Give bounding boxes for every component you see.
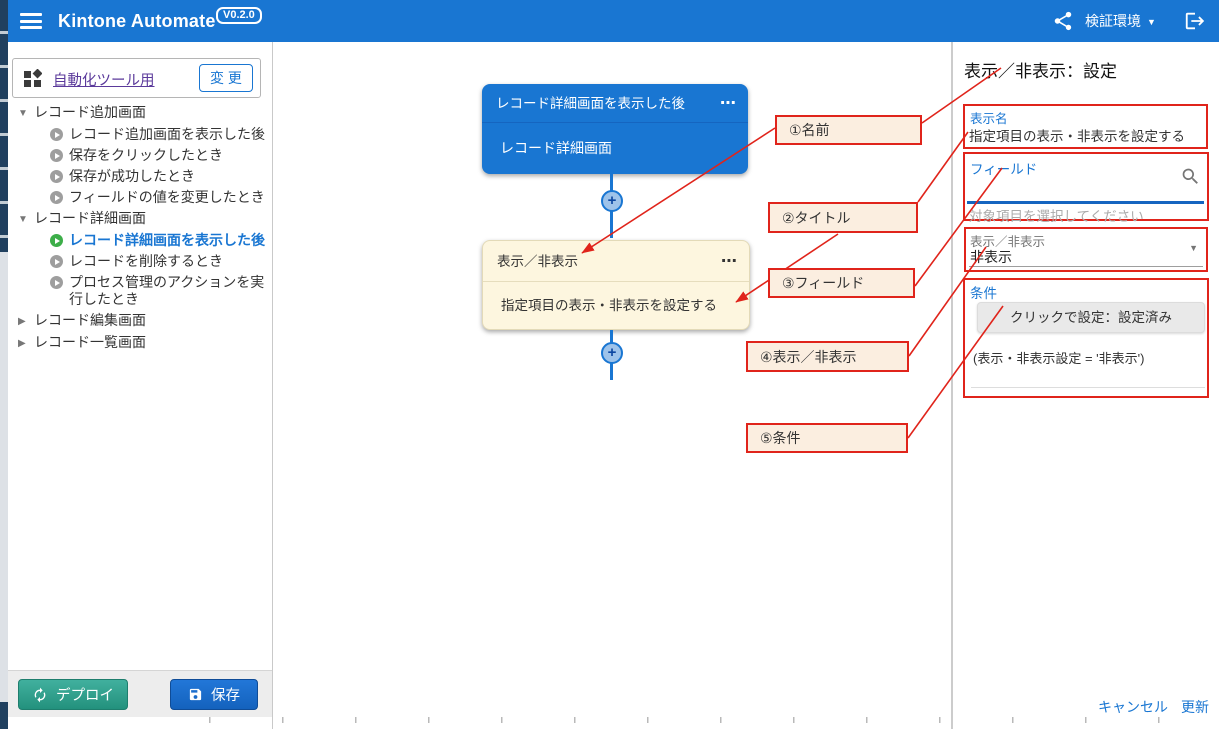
environment-label: 検証環境 <box>1085 13 1141 29</box>
field-label: フィールド <box>970 158 1037 178</box>
share-icon[interactable] <box>1052 10 1074 32</box>
tree-item-event[interactable]: プロセス管理のアクションを実行したとき <box>14 272 270 310</box>
edge-scrollbar-strip[interactable] <box>0 0 8 729</box>
app-name-link[interactable]: 自動化ツール用 <box>53 69 155 90</box>
ruler-ticks <box>209 717 1214 723</box>
version-badge: V0.2.0 <box>216 7 262 24</box>
chevron-down-icon: ▼ <box>1189 243 1198 253</box>
add-step-icon[interactable]: + <box>601 342 623 364</box>
caret-right-icon: ▶ <box>18 313 34 330</box>
visibility-value: 非表示 <box>970 247 1012 267</box>
tree-group-record-add[interactable]: ▼レコード追加画面 <box>14 102 270 124</box>
tree-item-label: レコード詳細画面を表示した後 <box>69 232 270 249</box>
app-title: Kintone Automate <box>58 0 216 42</box>
save-button[interactable]: 保存 <box>170 679 258 710</box>
app-header: Kintone Automate V0.2.0 検証環境 ▼ <box>0 0 1219 42</box>
sidebar-footer: デプロイ 保存 <box>8 670 272 717</box>
app-selector: 自動化ツール用 変 更 <box>12 58 261 98</box>
tree-item-label: 保存をクリックしたとき <box>69 147 270 164</box>
annotation-title: ②タイトル <box>768 202 918 233</box>
condition-section: 条件 クリックで設定：設定済み (表示・非表示設定 = '非表示') <box>963 278 1209 398</box>
flow-canvas[interactable]: レコード詳細画面を表示した後 ⋯ レコード詳細画面 + 表示／非表示 ⋯ 指定項… <box>273 42 952 729</box>
field-section: フィールド 対象項目を選択してください <box>963 152 1209 221</box>
cancel-link[interactable]: キャンセル <box>1098 697 1168 717</box>
field-placeholder: 対象項目を選択してください <box>969 205 1144 225</box>
tree-group-label: レコード追加画面 <box>34 104 146 120</box>
tree-item-label: 保存が成功したとき <box>69 168 270 185</box>
tree-item-label: レコードを削除するとき <box>69 253 270 270</box>
annotation-visibility: ④表示／非表示 <box>746 341 909 372</box>
add-step-icon[interactable]: + <box>601 190 623 212</box>
tree-group-record-list[interactable]: ▶レコード一覧画面 <box>14 332 270 354</box>
tree-item-event[interactable]: レコード追加画面を表示した後 <box>14 124 270 145</box>
annotation-field: ③フィールド <box>768 268 915 298</box>
tree-item-event[interactable]: 保存をクリックしたとき <box>14 145 270 166</box>
logout-icon[interactable] <box>1184 10 1206 32</box>
condition-expression: (表示・非表示設定 = '非表示') <box>973 348 1144 367</box>
tree-item-label: フィールドの値を変更したとき <box>69 189 270 206</box>
condition-config-button[interactable]: クリックで設定：設定済み <box>977 302 1205 333</box>
action-node-subtitle: 指定項目の表示・非表示を設定する <box>501 298 717 313</box>
update-link[interactable]: 更新 <box>1181 697 1209 717</box>
more-options-icon[interactable]: ⋯ <box>721 241 737 282</box>
event-play-icon <box>50 170 63 183</box>
condition-label: 条件 <box>970 282 997 302</box>
sync-icon <box>32 687 48 703</box>
action-node-title: 表示／非表示 <box>497 254 578 269</box>
deploy-button[interactable]: デプロイ <box>18 679 128 710</box>
event-node-title: レコード詳細画面を表示した後 <box>496 96 685 111</box>
app-icon <box>24 69 42 92</box>
tree-item-event[interactable]: レコードを削除するとき <box>14 251 270 272</box>
event-play-icon <box>50 255 63 268</box>
field-input[interactable] <box>967 201 1204 204</box>
sidebar: 自動化ツール用 変 更 ▼レコード追加画面 レコード追加画面を表示した後 保存を… <box>8 42 273 729</box>
caret-down-icon: ▼ <box>18 211 34 228</box>
tree-item-event-selected[interactable]: レコード詳細画面を表示した後 <box>14 230 270 251</box>
tree-group-record-edit[interactable]: ▶レコード編集画面 <box>14 310 270 332</box>
tree-group-label: レコード詳細画面 <box>34 210 146 226</box>
visibility-select[interactable]: 表示／非表示 非表示 ▼ <box>964 227 1208 272</box>
caret-right-icon: ▶ <box>18 335 34 352</box>
annotation-name: ①名前 <box>775 115 922 145</box>
save-label: 保存 <box>211 684 240 705</box>
tree-item-label: レコード追加画面を表示した後 <box>69 126 270 143</box>
chevron-down-icon: ▼ <box>1147 17 1156 27</box>
tree-group-label: レコード一覧画面 <box>34 334 146 350</box>
panel-title: 表示／非表示：設定 <box>964 57 1117 82</box>
event-node[interactable]: レコード詳細画面を表示した後 ⋯ レコード詳細画面 <box>482 84 748 174</box>
more-options-icon[interactable]: ⋯ <box>720 84 736 123</box>
tree-group-record-detail[interactable]: ▼レコード詳細画面 <box>14 208 270 230</box>
tree-item-label: プロセス管理のアクションを実行したとき <box>69 274 270 308</box>
environment-dropdown[interactable]: 検証環境 ▼ <box>1085 0 1141 42</box>
event-tree: ▼レコード追加画面 レコード追加画面を表示した後 保存をクリックしたとき 保存が… <box>14 102 270 354</box>
tree-item-event[interactable]: 保存が成功したとき <box>14 166 270 187</box>
event-node-subtitle: レコード詳細画面 <box>500 140 612 156</box>
deploy-label: デプロイ <box>56 684 114 705</box>
event-play-icon <box>50 276 63 289</box>
menu-icon[interactable] <box>20 13 42 29</box>
select-underline <box>969 266 1203 267</box>
change-app-button[interactable]: 変 更 <box>199 64 253 92</box>
settings-panel: 表示／非表示：設定 表示名 指定項目の表示・非表示を設定する フィールド 対象項… <box>952 42 1219 729</box>
event-play-icon <box>50 128 63 141</box>
floppy-icon <box>188 687 203 702</box>
tree-group-label: レコード編集画面 <box>34 312 146 328</box>
search-icon[interactable] <box>1180 166 1201 192</box>
caret-down-icon: ▼ <box>18 105 34 122</box>
display-name-section: 表示名 指定項目の表示・非表示を設定する <box>963 104 1208 149</box>
event-play-icon <box>50 191 63 204</box>
annotation-condition: ⑤条件 <box>746 423 908 453</box>
display-name-value[interactable]: 指定項目の表示・非表示を設定する <box>969 125 1185 145</box>
tree-item-event[interactable]: フィールドの値を変更したとき <box>14 187 270 208</box>
event-play-icon <box>50 234 63 247</box>
action-node[interactable]: 表示／非表示 ⋯ 指定項目の表示・非表示を設定する <box>482 240 750 330</box>
app-window: Kintone Automate V0.2.0 検証環境 ▼ 自動化ツール用 変… <box>0 0 1219 729</box>
event-play-icon <box>50 149 63 162</box>
divider <box>971 387 1205 388</box>
